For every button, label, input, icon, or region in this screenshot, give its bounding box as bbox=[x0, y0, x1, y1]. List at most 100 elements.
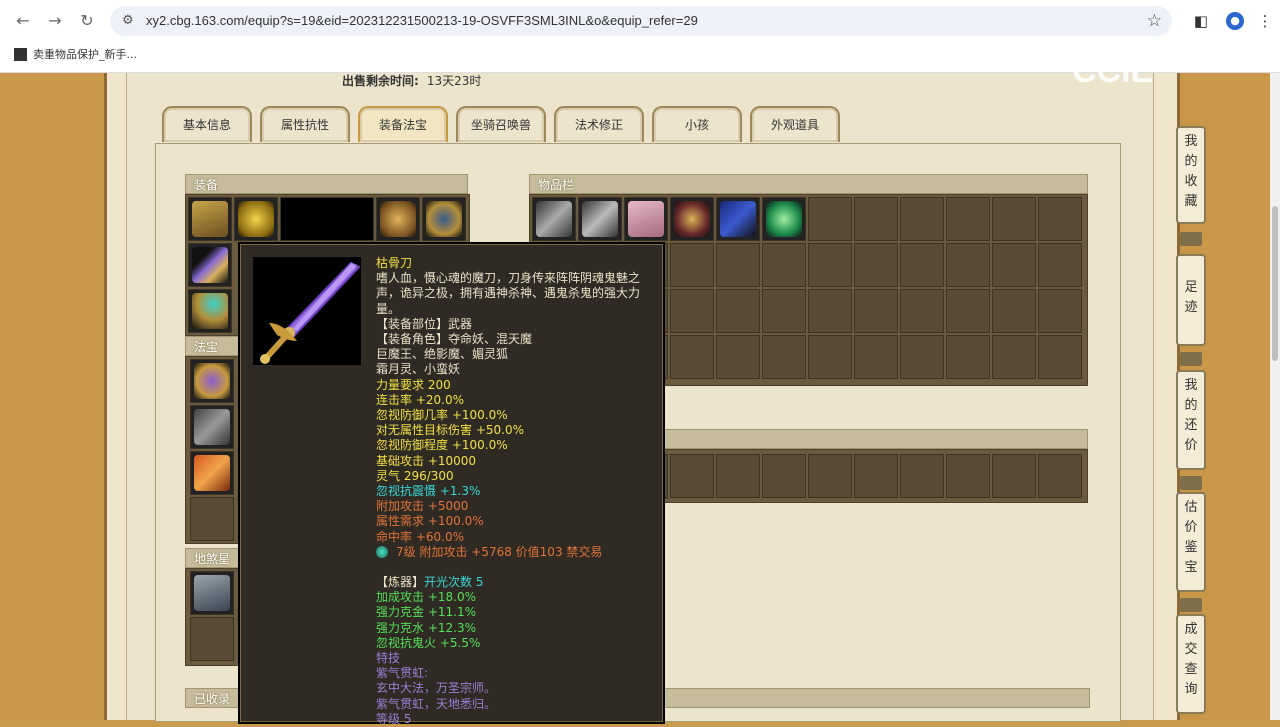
equip-slot-helmet[interactable] bbox=[188, 197, 232, 241]
storage-slot[interactable] bbox=[670, 454, 714, 498]
storage-slot[interactable] bbox=[900, 454, 944, 498]
tab-mounts-pets[interactable]: 坐骑召唤兽 bbox=[456, 106, 546, 142]
inventory-slot[interactable] bbox=[854, 335, 898, 379]
inventory-slot[interactable] bbox=[578, 197, 622, 241]
fabao-slot-3[interactable] bbox=[190, 451, 234, 495]
nav-char: 还 bbox=[1184, 418, 1198, 433]
warrior-portrait-icon bbox=[194, 575, 230, 611]
inventory-slot[interactable] bbox=[854, 197, 898, 241]
inventory-slot[interactable] bbox=[946, 335, 990, 379]
detail-tabs: 基本信息 属性抗性 装备法宝 坐骑召唤兽 法术修正 小孩 外观道具 bbox=[162, 106, 840, 142]
tab-appearance[interactable]: 外观道具 bbox=[750, 106, 840, 142]
dishajing-slot-2[interactable] bbox=[190, 617, 234, 661]
storage-slot[interactable] bbox=[854, 454, 898, 498]
scrollbar-thumb[interactable] bbox=[1272, 206, 1278, 361]
inventory-slot[interactable] bbox=[1038, 335, 1082, 379]
inventory-slot[interactable] bbox=[762, 197, 806, 241]
side-nav-appraise[interactable]: 估价鉴宝 bbox=[1176, 492, 1206, 592]
special-desc-1: 玄中大法，万圣宗师。 bbox=[376, 681, 497, 696]
inventory-slot[interactable] bbox=[808, 335, 852, 379]
tab-children[interactable]: 小孩 bbox=[652, 106, 742, 142]
item-image bbox=[253, 257, 361, 365]
inventory-slot[interactable] bbox=[532, 197, 576, 241]
storage-slot[interactable] bbox=[716, 454, 760, 498]
inventory-slot[interactable] bbox=[670, 243, 714, 287]
refine-stat: 强力克金 +11.1% bbox=[376, 605, 476, 620]
inventory-slot[interactable] bbox=[1038, 243, 1082, 287]
inventory-slot[interactable] bbox=[762, 335, 806, 379]
side-nav-favorites[interactable]: 我的收藏 bbox=[1176, 126, 1206, 224]
tab-equipment[interactable]: 装备法宝 bbox=[358, 106, 448, 142]
storage-slot[interactable] bbox=[946, 454, 990, 498]
item-name: 枯骨刀 bbox=[376, 256, 413, 270]
inventory-slot[interactable] bbox=[900, 243, 944, 287]
gold-flower-icon bbox=[238, 201, 274, 237]
reload-icon[interactable]: ↻ bbox=[76, 10, 98, 32]
side-nav-divider bbox=[1180, 352, 1202, 366]
fabao-slot-1[interactable] bbox=[190, 359, 234, 403]
inventory-slot[interactable] bbox=[716, 197, 760, 241]
equip-slot-weapon[interactable] bbox=[188, 243, 232, 287]
inventory-slot[interactable] bbox=[670, 197, 714, 241]
inventory-slot[interactable] bbox=[946, 243, 990, 287]
storage-slot[interactable] bbox=[808, 454, 852, 498]
forward-icon[interactable]: → bbox=[44, 10, 66, 32]
equip-slot-mask[interactable] bbox=[376, 197, 420, 241]
inventory-slot[interactable] bbox=[808, 289, 852, 333]
tab-spell-modifier[interactable]: 法术修正 bbox=[554, 106, 644, 142]
side-nav-my-offers[interactable]: 我的还价 bbox=[1176, 370, 1206, 470]
dishajing-slot-1[interactable] bbox=[190, 571, 234, 615]
inventory-slot[interactable] bbox=[716, 243, 760, 287]
inventory-slot[interactable] bbox=[946, 197, 990, 241]
fabao-slot-4[interactable] bbox=[190, 497, 234, 541]
equip-slot-necklace[interactable] bbox=[234, 197, 278, 241]
side-nav-divider bbox=[1180, 598, 1202, 612]
back-icon[interactable]: ← bbox=[12, 10, 34, 32]
inventory-slot[interactable] bbox=[624, 197, 668, 241]
inventory-slot[interactable] bbox=[992, 335, 1036, 379]
tab-attributes[interactable]: 属性抗性 bbox=[260, 106, 350, 142]
tab-basic-info[interactable]: 基本信息 bbox=[162, 106, 252, 142]
inventory-slot[interactable] bbox=[808, 197, 852, 241]
dishajing-grid bbox=[185, 568, 243, 666]
inventory-slot[interactable] bbox=[670, 289, 714, 333]
inventory-slot[interactable] bbox=[900, 289, 944, 333]
site-info-icon[interactable]: ⚙ bbox=[122, 13, 134, 28]
equip-slot-belt[interactable] bbox=[422, 197, 466, 241]
equip-slot: 【装备部位】武器 bbox=[376, 316, 473, 331]
inventory-slot[interactable] bbox=[716, 289, 760, 333]
bookmark-star-icon[interactable]: ☆ bbox=[1147, 11, 1162, 31]
equip-slot-accessory[interactable] bbox=[188, 289, 232, 333]
inventory-slot[interactable] bbox=[946, 289, 990, 333]
item-stat: 忽视抗震慑 +1.3% bbox=[376, 484, 481, 499]
storage-slot[interactable] bbox=[1038, 454, 1082, 498]
page-scrollbar[interactable] bbox=[1270, 73, 1280, 720]
inventory-slot[interactable] bbox=[854, 289, 898, 333]
profile-avatar[interactable]: ● bbox=[1226, 12, 1244, 30]
side-nav-deal-query[interactable]: 成交查询 bbox=[1176, 614, 1206, 714]
inventory-slot[interactable] bbox=[762, 243, 806, 287]
storage-slot[interactable] bbox=[992, 454, 1036, 498]
inventory-slot[interactable] bbox=[992, 197, 1036, 241]
bookmark-item[interactable]: 卖重物品保护_新手... bbox=[14, 46, 137, 62]
inventory-slot[interactable] bbox=[1038, 289, 1082, 333]
inventory-slot[interactable] bbox=[808, 243, 852, 287]
inventory-slot[interactable] bbox=[992, 243, 1036, 287]
inventory-slot[interactable] bbox=[854, 243, 898, 287]
inventory-slot[interactable] bbox=[716, 335, 760, 379]
inventory-slot[interactable] bbox=[992, 289, 1036, 333]
menu-icon[interactable]: ⋮ bbox=[1254, 10, 1276, 32]
inventory-slot[interactable] bbox=[1038, 197, 1082, 241]
side-nav-history[interactable]: 足迹 bbox=[1176, 254, 1206, 346]
url-text[interactable]: xy2.cbg.163.com/equip?s=19&eid=202312231… bbox=[146, 13, 698, 28]
sidebar-icon[interactable]: ◧ bbox=[1190, 10, 1212, 32]
inventory-slot[interactable] bbox=[762, 289, 806, 333]
storage-slot[interactable] bbox=[762, 454, 806, 498]
fabao-slot-2[interactable] bbox=[190, 405, 234, 449]
inventory-slot[interactable] bbox=[900, 335, 944, 379]
refine-stat: 加成攻击 +18.0% bbox=[376, 590, 476, 605]
inventory-slot[interactable] bbox=[900, 197, 944, 241]
inventory-slot[interactable] bbox=[670, 335, 714, 379]
address-bar[interactable]: ⚙ xy2.cbg.163.com/equip?s=19&eid=2023122… bbox=[110, 6, 1172, 36]
nav-char: 询 bbox=[1184, 682, 1198, 697]
